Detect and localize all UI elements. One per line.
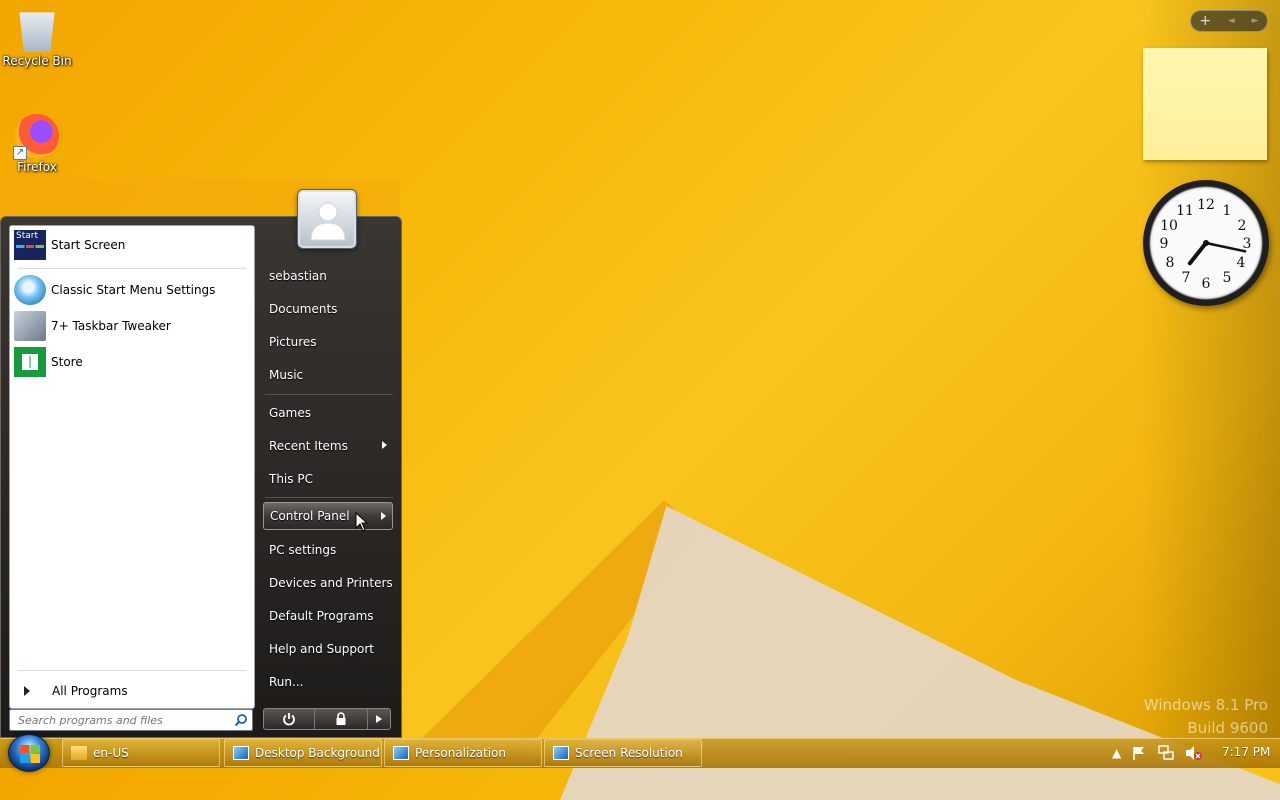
svg-text:5: 5 [1223, 270, 1232, 286]
shortcut-arrow-icon: ↗ [13, 146, 27, 160]
separator [18, 670, 246, 671]
submenu-arrow-icon [381, 512, 386, 520]
shutdown-button[interactable] [264, 709, 316, 729]
svg-text:8: 8 [1166, 255, 1175, 271]
start-item-devices-and-printers[interactable]: Devices and Printers [263, 569, 393, 597]
search-box[interactable] [9, 709, 253, 731]
svg-text:3: 3 [1243, 236, 1252, 252]
lock-button[interactable] [315, 709, 369, 729]
start-item-run[interactable]: Run... [263, 668, 393, 696]
start-item-pc-settings[interactable]: PC settings [263, 536, 393, 564]
system-tray: ▲ [1112, 739, 1203, 767]
previous-icon[interactable]: ◄ [1228, 16, 1235, 26]
svg-text:12: 12 [1197, 197, 1215, 213]
start-item-music[interactable]: Music [263, 361, 393, 389]
recycle-bin-icon [19, 12, 55, 52]
clock-face: 12 12 345 678 91011 [1160, 197, 1252, 292]
program-label: Store [51, 355, 83, 369]
program-item-taskbar-tweaker[interactable]: 7+ Taskbar Tweaker [14, 309, 250, 343]
start-menu-programs-pane: Start Start Screen Classic Start Menu Se… [9, 225, 255, 709]
taskbar-tweaker-icon [14, 311, 46, 341]
desktop-icon-firefox[interactable]: ↗ Firefox [0, 114, 74, 174]
add-gadget-button[interactable]: + [1199, 13, 1211, 29]
control-panel-icon [233, 746, 249, 760]
svg-text:4: 4 [1237, 255, 1246, 271]
user-icon [310, 202, 346, 241]
show-hidden-icons-icon[interactable]: ▲ [1112, 746, 1121, 760]
classic-shell-icon [14, 275, 46, 305]
taskbar-button-personalization[interactable]: Personalization [384, 739, 542, 767]
network-icon[interactable] [1157, 745, 1175, 761]
separator [18, 268, 246, 269]
taskbar-clock[interactable]: 7:17 PM [1222, 745, 1270, 759]
start-item-control-panel[interactable]: Control Panel [263, 502, 393, 530]
program-item-start-screen[interactable]: Start Start Screen [14, 228, 250, 262]
action-center-flag-icon[interactable] [1131, 745, 1147, 761]
start-item-games[interactable]: Games [263, 399, 393, 427]
start-item-default-programs[interactable]: Default Programs [263, 602, 393, 630]
start-item-this-pc[interactable]: This PC [263, 465, 393, 493]
firefox-icon: ↗ [13, 114, 59, 160]
program-label: Classic Start Menu Settings [51, 283, 216, 297]
svg-text:1: 1 [1223, 203, 1232, 219]
watermark-build: Build 9600 [1187, 719, 1268, 737]
store-icon [14, 347, 46, 377]
power-options-button[interactable] [368, 709, 390, 729]
clock-hour-hand [1187, 241, 1208, 266]
program-label: Start Screen [51, 238, 126, 252]
user-avatar[interactable] [298, 190, 356, 248]
power-icon [283, 713, 295, 726]
clock-gadget[interactable]: 12 1 2 345 678 9 10 11 [1143, 180, 1269, 306]
watermark-edition: Windows 8.1 Pro [1143, 696, 1268, 714]
taskbar-button-desktop-background[interactable]: Desktop Background [224, 739, 382, 767]
volume-muted-icon[interactable] [1185, 745, 1203, 761]
search-icon[interactable] [234, 713, 248, 727]
all-programs-button[interactable]: All Programs [14, 678, 250, 704]
next-icon[interactable]: ► [1252, 16, 1259, 26]
svg-text:2: 2 [1238, 218, 1247, 234]
arrow-right-icon [376, 715, 383, 723]
start-item-help-and-support[interactable]: Help and Support [263, 635, 393, 663]
control-panel-icon [553, 746, 569, 760]
mouse-cursor-icon [355, 512, 369, 532]
lock-icon [336, 712, 346, 725]
start-screen-icon: Start [14, 230, 46, 260]
sticky-note-gadget[interactable] [1143, 48, 1267, 160]
start-item-recent-items[interactable]: Recent Items [263, 432, 393, 460]
program-item-store[interactable]: Store [14, 345, 250, 379]
start-item-documents[interactable]: Documents [263, 295, 393, 323]
start-button[interactable] [8, 734, 50, 772]
svg-text:7: 7 [1182, 270, 1191, 286]
desktop-icon-label: Recycle Bin [2, 54, 72, 68]
desktop-icon-label: Firefox [17, 160, 57, 174]
all-programs-label: All Programs [52, 684, 128, 698]
arrow-right-icon [24, 686, 30, 696]
search-input[interactable] [10, 710, 220, 730]
windows-watermark: Windows 8.1 Pro Build 9600 [1144, 694, 1268, 740]
taskbar-button-en-us[interactable]: en-US [62, 739, 220, 767]
gadget-toolbar: + ◄ ► [1190, 10, 1268, 32]
svg-text:6: 6 [1202, 276, 1211, 292]
svg-text:9: 9 [1160, 236, 1169, 252]
svg-text:10: 10 [1160, 218, 1178, 234]
control-panel-icon [393, 746, 409, 760]
separator [265, 497, 393, 498]
clock-minute-hand [1204, 241, 1247, 253]
svg-text:11: 11 [1176, 203, 1194, 219]
program-label: 7+ Taskbar Tweaker [51, 319, 171, 333]
folder-icon [71, 746, 87, 760]
desktop-icon-recycle-bin[interactable]: Recycle Bin [0, 8, 74, 68]
program-item-classic-start-menu-settings[interactable]: Classic Start Menu Settings [14, 273, 250, 307]
separator [265, 394, 393, 395]
start-item-pictures[interactable]: Pictures [263, 328, 393, 356]
power-controls [263, 708, 391, 730]
taskbar-button-screen-resolution[interactable]: Screen Resolution [544, 739, 702, 767]
start-menu: Start Start Screen Classic Start Menu Se… [0, 216, 402, 738]
submenu-arrow-icon [382, 441, 387, 449]
start-item-user-folder[interactable]: sebastian [263, 262, 393, 290]
